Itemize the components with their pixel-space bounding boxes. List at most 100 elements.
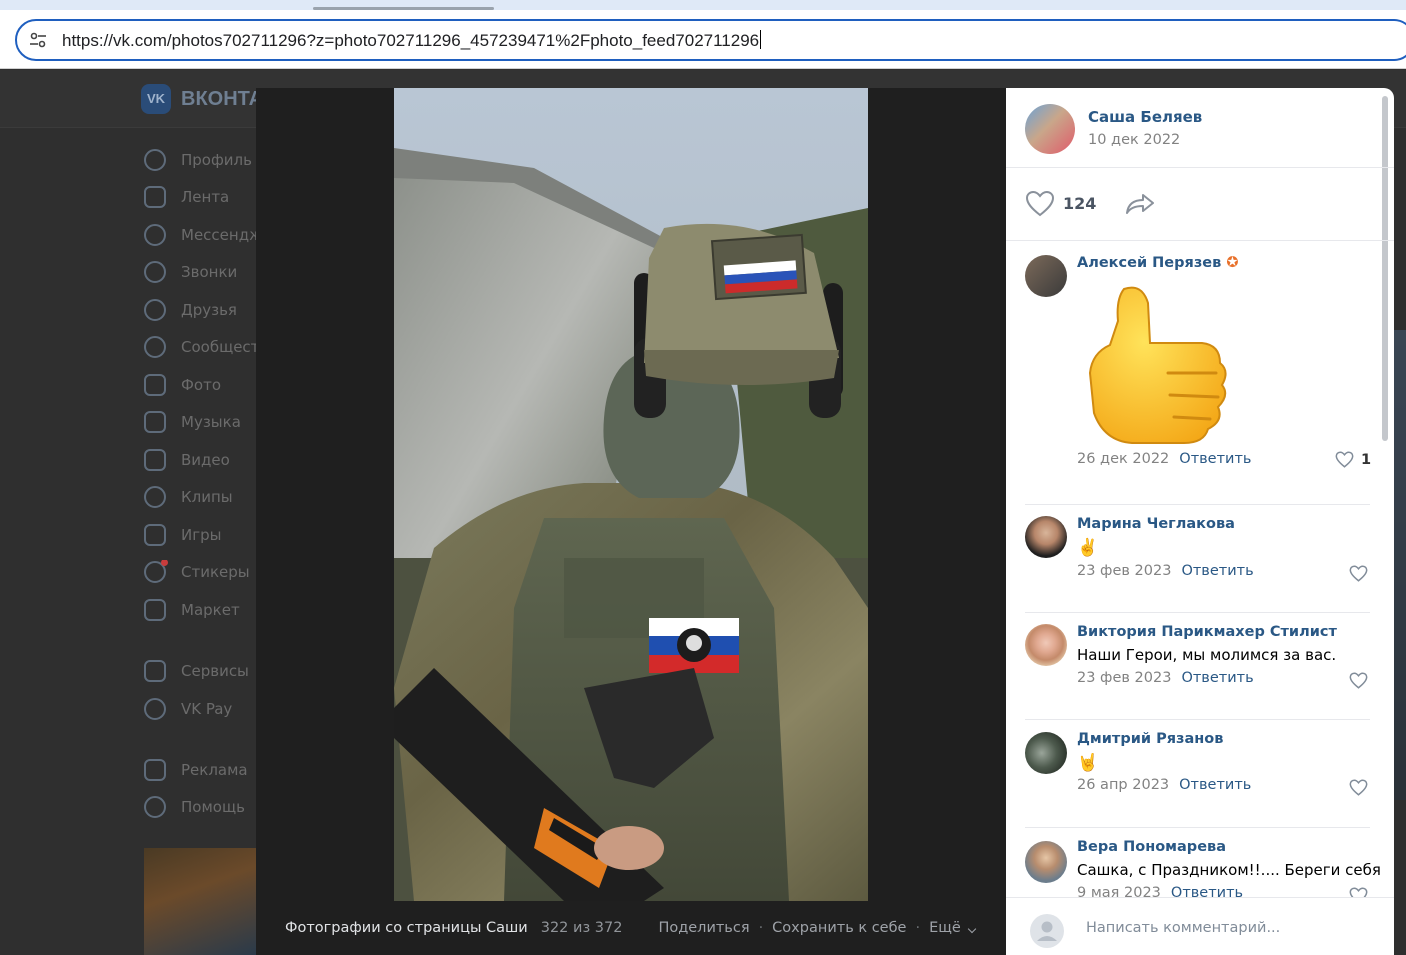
comment-text: 🤘 <box>1077 753 1099 773</box>
like-button[interactable]: 124 <box>1025 190 1096 217</box>
url-text[interactable]: https://vk.com/photos702711296?z=photo70… <box>62 30 762 51</box>
commenter-name-link[interactable]: Дмитрий Рязанов <box>1077 731 1223 747</box>
comment-compose <box>1006 897 1394 955</box>
nav-item-profile[interactable]: Профиль <box>144 148 264 172</box>
reply-link[interactable]: Ответить <box>1179 777 1251 793</box>
reply-link[interactable]: Ответить <box>1181 670 1253 686</box>
nav-item-ads[interactable]: Реклама <box>144 758 264 782</box>
post-date: 10 дек 2022 <box>1088 132 1181 148</box>
commenter-name-link[interactable]: Марина Чеглакова <box>1077 516 1235 532</box>
nav-label: Фото <box>181 376 222 394</box>
nav-label: Игры <box>181 526 222 544</box>
comment-date: 9 мая 2023 <box>1077 885 1161 897</box>
nav-item-vkpay[interactable]: VK Pay <box>144 697 264 721</box>
site-settings-icon[interactable] <box>29 31 47 49</box>
reply-link[interactable]: Ответить <box>1179 451 1251 467</box>
comment-separator <box>1025 719 1370 720</box>
commenter-avatar[interactable] <box>1025 624 1067 666</box>
album-title-link[interactable]: Фотографии со страницы Саши <box>285 920 528 936</box>
browser-tabstrip <box>0 0 1406 10</box>
nav-label: Маркет <box>181 601 240 619</box>
photo-viewer: Фотографии со страницы Саши 322 из 372 П… <box>256 88 1006 955</box>
commenter-name: Алексей Перязев <box>1077 255 1222 271</box>
nav-label: Клипы <box>181 488 233 506</box>
commenter-name-link[interactable]: Алексей Перязев ✪ <box>1077 255 1238 271</box>
comment-like-button[interactable] <box>1349 779 1368 796</box>
comment-date: 26 апр 2023 <box>1077 777 1170 793</box>
nav-item-market[interactable]: Маркет <box>144 598 264 622</box>
commenter-avatar[interactable] <box>1025 516 1067 558</box>
nav-item-games[interactable]: Игры <box>144 523 264 547</box>
comment-meta: 23 фев 2023 Ответить <box>1077 563 1254 579</box>
nav-label: Мессенджер <box>181 226 264 244</box>
commenter-name-link[interactable]: Виктория Парикмахер Стилист <box>1077 624 1337 640</box>
text-caret <box>760 30 762 49</box>
commenter-name-link[interactable]: Вера Пономарева <box>1077 839 1226 855</box>
sticker-icon <box>144 560 168 583</box>
nav-item-help[interactable]: Помощь <box>144 795 264 819</box>
nav-item-services[interactable]: Сервисы <box>144 659 264 683</box>
footer-actions: Поделиться · Сохранить к себе · Ещё <box>658 920 977 936</box>
more-menu-button[interactable]: Ещё <box>929 920 977 936</box>
user-placeholder-icon <box>1037 921 1057 941</box>
video-icon <box>144 449 166 471</box>
post-author-header: Саша Беляев 10 дек 2022 <box>1006 88 1394 168</box>
comment-separator <box>1025 504 1370 505</box>
services-grid-icon <box>144 660 166 682</box>
comment-meta: 26 дек 2022 Ответить <box>1077 451 1251 467</box>
thumbs-up-icon <box>1088 286 1227 444</box>
clips-icon <box>144 486 166 508</box>
commenter-avatar[interactable] <box>1025 841 1067 883</box>
nav-item-feed[interactable]: Лента <box>144 185 264 209</box>
nav-label: Музыка <box>181 413 241 431</box>
nav-item-photos[interactable]: Фото <box>144 373 264 397</box>
comment-like-button[interactable] <box>1349 565 1368 582</box>
comment-meta: 9 мая 2023 Ответить <box>1077 885 1243 897</box>
nav-item-stickers[interactable]: Стикеры <box>144 560 264 584</box>
save-to-me-link[interactable]: Сохранить к себе <box>772 920 906 936</box>
address-bar[interactable]: https://vk.com/photos702711296?z=photo70… <box>15 19 1406 61</box>
nav-label: Сообщества <box>181 338 264 356</box>
comment-like-button[interactable] <box>1349 887 1368 897</box>
nav-item-messenger[interactable]: Мессенджер <box>144 223 264 247</box>
comment-text: ✌️ <box>1077 538 1099 558</box>
nav-item-music[interactable]: Музыка <box>144 410 264 434</box>
nav-label: Сервисы <box>181 662 249 680</box>
share-link[interactable]: Поделиться <box>658 920 749 936</box>
reply-link[interactable]: Ответить <box>1181 563 1253 579</box>
nav-label: Помощь <box>181 798 245 816</box>
author-name-link[interactable]: Саша Беляев <box>1088 108 1202 126</box>
vkpay-icon <box>144 698 166 720</box>
comment-input[interactable] <box>1086 920 1366 936</box>
vk-logo-text: ВКОНТА <box>181 88 264 110</box>
market-bag-icon <box>144 599 166 621</box>
share-button[interactable] <box>1124 192 1156 220</box>
phone-icon <box>144 261 166 283</box>
heart-icon <box>1025 190 1055 217</box>
comment-like-button[interactable] <box>1349 672 1368 689</box>
nav-label: Стикеры <box>181 563 250 581</box>
more-label: Ещё <box>929 920 961 936</box>
comments-list: Алексей Перязев ✪ 26 дек 2022 Ответить 1 … <box>1006 241 1394 897</box>
commenter-avatar[interactable] <box>1025 255 1067 297</box>
gamepad-icon <box>144 524 166 546</box>
background-content-strip <box>1394 330 1406 800</box>
nav-item-communities[interactable]: Сообщества <box>144 335 264 359</box>
author-avatar[interactable] <box>1025 104 1075 154</box>
nav-label: Видео <box>181 451 230 469</box>
heart-icon <box>1349 565 1368 582</box>
help-icon <box>144 796 166 818</box>
reply-link[interactable]: Ответить <box>1171 885 1243 897</box>
comment-like-button[interactable]: 1 <box>1335 451 1371 468</box>
nav-item-friends[interactable]: Друзья <box>144 298 264 322</box>
photo-image[interactable] <box>394 88 868 901</box>
nav-item-video[interactable]: Видео <box>144 448 264 472</box>
my-avatar <box>1030 914 1064 948</box>
separator-dot: · <box>758 920 764 936</box>
commenter-avatar[interactable] <box>1025 732 1067 774</box>
nav-item-clips[interactable]: Клипы <box>144 485 264 509</box>
nav-item-calls[interactable]: Звонки <box>144 260 264 284</box>
game-promo-thumbnail[interactable] <box>144 848 256 955</box>
nav-label: VK Pay <box>181 700 233 718</box>
vk-logo-icon[interactable]: VK <box>141 84 171 114</box>
